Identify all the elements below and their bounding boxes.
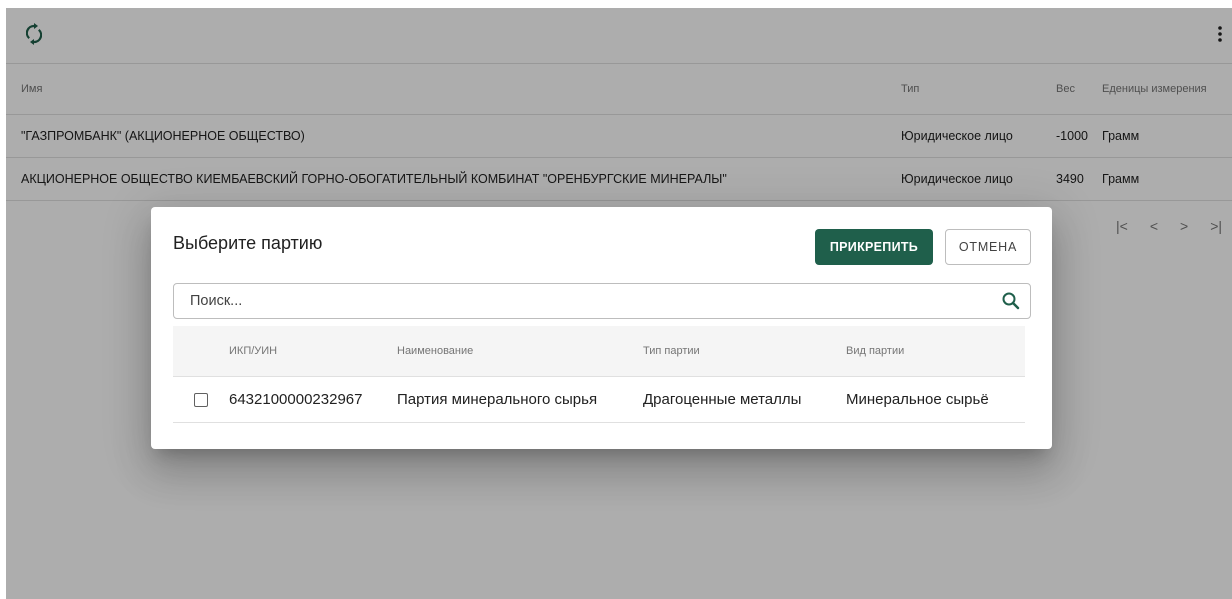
select-batch-dialog: Выберите партию ПРИКРЕПИТЬ ОТМЕНА ИКП/УИ… <box>151 207 1052 449</box>
batch-table-header-row: ИКП/УИН Наименование Тип партии Вид парт… <box>173 326 1025 377</box>
cell-select <box>173 376 229 423</box>
column-header-batch-kind[interactable]: Вид партии <box>846 326 1025 377</box>
search-icon[interactable] <box>1001 291 1021 311</box>
cell-batch-kind: Минеральное сырьё <box>846 376 1025 423</box>
attach-button[interactable]: ПРИКРЕПИТЬ <box>815 229 933 265</box>
search-field <box>173 283 1031 319</box>
column-header-select <box>173 326 229 377</box>
batch-table: ИКП/УИН Наименование Тип партии Вид парт… <box>173 326 1025 423</box>
column-header-ikp[interactable]: ИКП/УИН <box>229 326 397 377</box>
cancel-button[interactable]: ОТМЕНА <box>945 229 1031 265</box>
cell-ikp: 6432100000232967 <box>229 376 397 423</box>
table-row[interactable]: 6432100000232967 Партия минерального сыр… <box>173 376 1025 423</box>
column-header-batch-name[interactable]: Наименование <box>397 326 643 377</box>
dialog-title: Выберите партию <box>173 233 323 253</box>
cell-batch-type: Драгоценные металлы <box>643 376 846 423</box>
search-input[interactable] <box>174 284 990 318</box>
cell-batch-name: Партия минерального сырья <box>397 376 643 423</box>
row-checkbox[interactable] <box>194 393 208 408</box>
column-header-batch-type[interactable]: Тип партии <box>643 326 846 377</box>
